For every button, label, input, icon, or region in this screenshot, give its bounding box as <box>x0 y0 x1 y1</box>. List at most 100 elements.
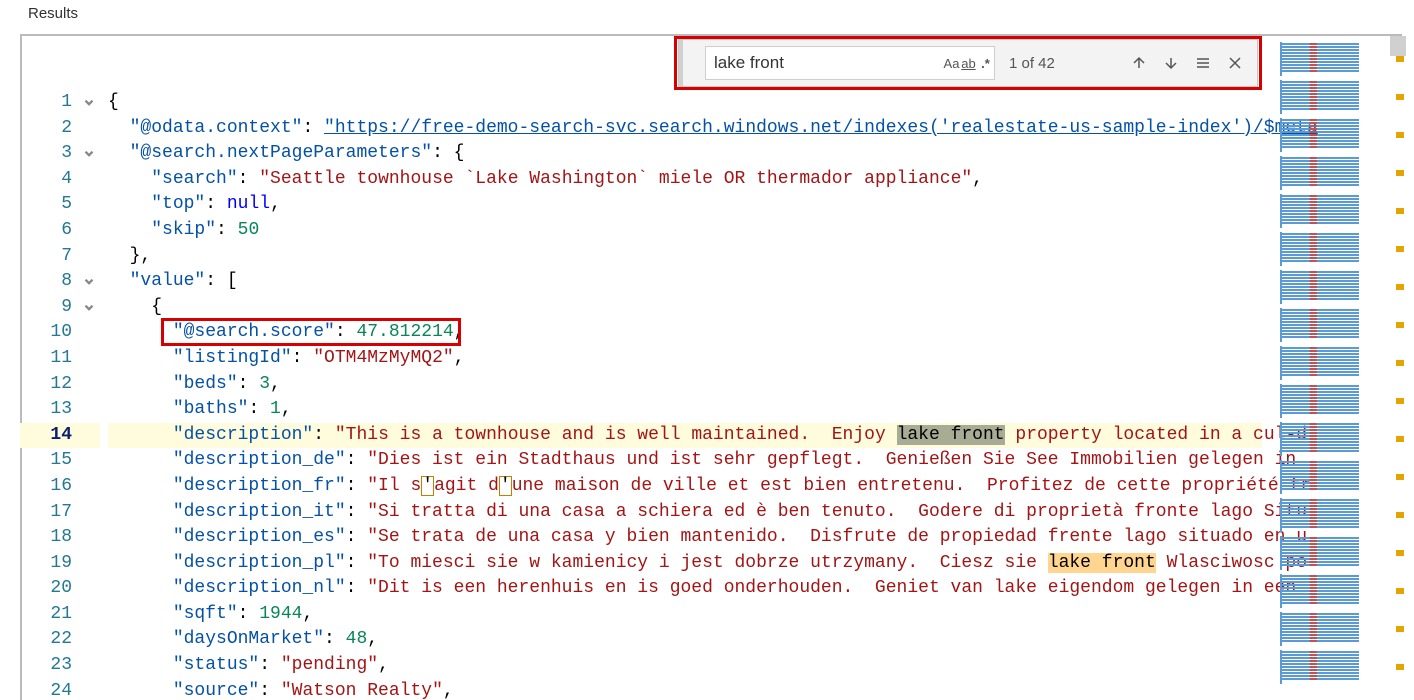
minimap-match-marker <box>1396 56 1404 62</box>
minimap-match-marker <box>1396 398 1404 404</box>
line-number: 20 <box>20 576 100 602</box>
line-number: 14 <box>20 423 100 449</box>
line-number: 4 <box>20 167 100 193</box>
code-line[interactable]: "listingId": "OTM4MzMyMQ2", <box>108 346 1262 372</box>
code-line[interactable]: "sqft": 1944, <box>108 602 1262 628</box>
code-line[interactable]: "skip": 50 <box>108 218 1262 244</box>
line-number: 9 <box>20 295 100 321</box>
minimap-match-marker <box>1396 436 1404 442</box>
find-resize-sash[interactable] <box>679 40 683 86</box>
next-match-button[interactable] <box>1157 49 1185 77</box>
minimap-match-marker <box>1396 550 1404 556</box>
fold-chevron-icon[interactable] <box>82 145 96 159</box>
code-line[interactable]: "@odata.context": "https://free-demo-sea… <box>108 116 1262 142</box>
minimap-block[interactable] <box>1280 194 1392 228</box>
minimap-block[interactable] <box>1280 612 1392 646</box>
minimap-match-marker <box>1396 322 1404 328</box>
code-content[interactable]: { "@odata.context": "https://free-demo-s… <box>108 90 1262 700</box>
whole-word-toggle[interactable]: ab <box>960 52 977 74</box>
results-heading: Results <box>28 5 78 22</box>
line-number-gutter: 123456789101112131415161718192021222324 <box>20 90 100 700</box>
code-line[interactable]: "description": "This is a townhouse and … <box>108 423 1262 449</box>
code-line[interactable]: "baths": 1, <box>108 397 1262 423</box>
minimap-block[interactable] <box>1280 574 1392 608</box>
line-number: 1 <box>20 90 100 116</box>
minimap-match-marker <box>1396 132 1404 138</box>
minimap-match-marker <box>1396 208 1404 214</box>
minimap-match-marker <box>1396 284 1404 290</box>
minimap-block[interactable] <box>1280 346 1392 380</box>
code-line[interactable]: "@search.score": 47.812214, <box>108 320 1262 346</box>
line-number: 17 <box>20 500 100 526</box>
code-line[interactable]: "status": "pending", <box>108 653 1262 679</box>
code-line[interactable]: "top": null, <box>108 192 1262 218</box>
minimap-block[interactable] <box>1280 42 1392 76</box>
code-line[interactable]: "description_es": "Se trata de una casa … <box>108 525 1262 551</box>
line-number: 3 <box>20 141 100 167</box>
line-number: 10 <box>20 320 100 346</box>
line-number: 21 <box>20 602 100 628</box>
code-line[interactable]: "source": "Watson Realty", <box>108 679 1262 700</box>
minimap-match-marker <box>1396 474 1404 480</box>
minimap[interactable] <box>1278 36 1406 700</box>
minimap-block[interactable] <box>1280 650 1392 684</box>
code-line[interactable]: "daysOnMarket": 48, <box>108 627 1262 653</box>
regex-toggle[interactable]: .* <box>977 52 994 74</box>
code-line[interactable]: "description_pl": "To miesci sie w kamie… <box>108 551 1262 577</box>
code-line[interactable]: "@search.nextPageParameters": { <box>108 141 1262 167</box>
minimap-match-marker <box>1396 588 1404 594</box>
find-actions <box>1125 49 1249 77</box>
match-case-toggle[interactable]: Aa <box>943 52 960 74</box>
fold-chevron-icon[interactable] <box>82 299 96 313</box>
minimap-match-marker <box>1396 170 1404 176</box>
code-line[interactable]: "beds": 3, <box>108 372 1262 398</box>
line-number: 24 <box>20 679 100 700</box>
line-number: 15 <box>20 448 100 474</box>
line-number: 12 <box>20 372 100 398</box>
find-input-wrap: Aa ab .* <box>705 46 995 80</box>
line-number: 11 <box>20 346 100 372</box>
minimap-scrollbar[interactable] <box>1390 36 1406 56</box>
minimap-block[interactable] <box>1280 308 1392 342</box>
line-number: 13 <box>20 397 100 423</box>
minimap-match-marker <box>1396 664 1404 670</box>
minimap-block[interactable] <box>1280 498 1392 532</box>
code-line[interactable]: "value": [ <box>108 269 1262 295</box>
minimap-match-marker <box>1396 94 1404 100</box>
find-in-selection-button[interactable] <box>1189 49 1217 77</box>
code-line[interactable]: "description_it": "Si tratta di una casa… <box>108 500 1262 526</box>
fold-chevron-icon[interactable] <box>82 94 96 108</box>
line-number: 5 <box>20 192 100 218</box>
code-line[interactable]: "description_nl": "Dit is een herenhuis … <box>108 576 1262 602</box>
line-number: 19 <box>20 551 100 577</box>
code-line[interactable]: }, <box>108 244 1262 270</box>
minimap-block[interactable] <box>1280 384 1392 418</box>
minimap-match-marker <box>1396 246 1404 252</box>
line-number: 23 <box>20 653 100 679</box>
minimap-match-marker <box>1396 626 1404 632</box>
minimap-block[interactable] <box>1280 80 1392 114</box>
code-line[interactable]: "description_de": "Dies ist ein Stadthau… <box>108 448 1262 474</box>
find-match-count: 1 of 42 <box>1009 55 1073 72</box>
line-number: 2 <box>20 116 100 142</box>
code-line[interactable]: { <box>108 90 1262 116</box>
line-number: 8 <box>20 269 100 295</box>
code-line[interactable]: { <box>108 295 1262 321</box>
minimap-block[interactable] <box>1280 536 1392 570</box>
code-editor[interactable]: 123456789101112131415161718192021222324 … <box>20 90 1402 700</box>
minimap-block[interactable] <box>1280 156 1392 190</box>
code-line[interactable]: "search": "Seattle townhouse `Lake Washi… <box>108 167 1262 193</box>
minimap-block[interactable] <box>1280 460 1392 494</box>
minimap-block[interactable] <box>1280 232 1392 266</box>
minimap-block[interactable] <box>1280 422 1392 456</box>
line-number: 22 <box>20 627 100 653</box>
code-line[interactable]: "description_fr": "Il s'agit d'une maiso… <box>108 474 1262 500</box>
minimap-block[interactable] <box>1280 270 1392 304</box>
close-find-button[interactable] <box>1221 49 1249 77</box>
previous-match-button[interactable] <box>1125 49 1153 77</box>
minimap-block[interactable] <box>1280 118 1392 152</box>
find-input[interactable] <box>706 53 943 73</box>
fold-chevron-icon[interactable] <box>82 273 96 287</box>
line-number: 18 <box>20 525 100 551</box>
line-number: 6 <box>20 218 100 244</box>
